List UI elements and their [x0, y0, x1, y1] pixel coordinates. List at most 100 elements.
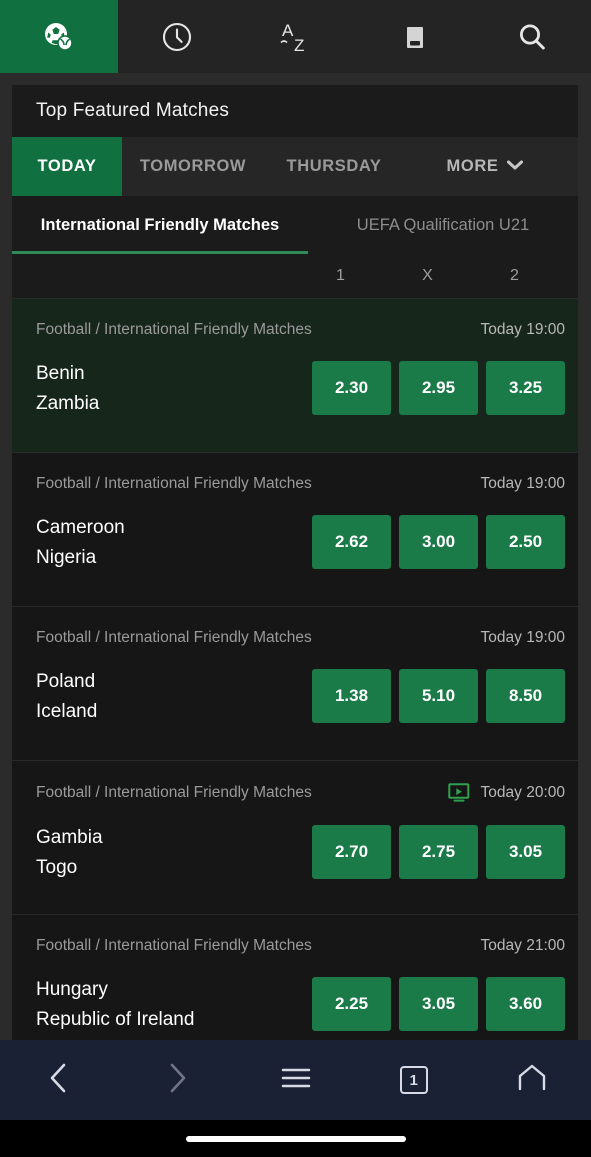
match-teams: Gambia Togo — [36, 821, 312, 883]
topnav-item-betslip[interactable] — [354, 0, 473, 73]
odd-button-draw[interactable]: 2.95 — [399, 361, 478, 415]
day-tab-bar: TODAY TOMORROW THURSDAY MORE — [12, 137, 578, 196]
odds-header-draw: X — [422, 267, 433, 284]
away-team: Republic of Ireland — [36, 1009, 195, 1030]
match-meta: Football / International Friendly Matche… — [36, 937, 565, 955]
league-tab-international-friendly-label: International Friendly Matches — [40, 215, 280, 234]
match-meta: Football / International Friendly Matche… — [36, 629, 565, 647]
chevron-down-icon — [507, 160, 524, 173]
day-tab-thursday-label: THURSDAY — [286, 157, 382, 175]
odd-button-home[interactable]: 2.25 — [312, 977, 391, 1031]
svg-text:A: A — [282, 21, 294, 40]
match-body: Poland Iceland 1.38 5.10 8.50 — [36, 665, 565, 727]
system-gesture-bar — [0, 1120, 591, 1157]
odds-column-header: 1 X 2 — [12, 254, 578, 299]
match-odds: 2.70 2.75 3.05 — [312, 821, 565, 879]
match-odds: 2.25 3.05 3.60 — [312, 973, 565, 1031]
match-time: Today 21:00 — [480, 937, 565, 954]
browser-tabs-button[interactable]: 1 — [355, 1066, 473, 1094]
home-team: Benin — [36, 363, 85, 384]
sports-ball-icon — [42, 20, 76, 54]
match-odds: 2.30 2.95 3.25 — [312, 357, 565, 415]
odd-button-home[interactable]: 2.62 — [312, 515, 391, 569]
day-tab-tomorrow[interactable]: TOMORROW — [122, 137, 264, 196]
match-odds: 1.38 5.10 8.50 — [312, 665, 565, 723]
browser-forward-button[interactable] — [118, 1061, 236, 1100]
match-list[interactable]: Football / International Friendly Matche… — [12, 299, 578, 1070]
match-body: Hungary Republic of Ireland 2.25 3.05 3.… — [36, 973, 565, 1035]
match-league: Football / International Friendly Matche… — [36, 784, 312, 801]
league-tab-bar: International Friendly Matches UEFA Qual… — [12, 196, 578, 254]
odd-button-home[interactable]: 2.70 — [312, 825, 391, 879]
forward-chevron-icon — [164, 1061, 190, 1100]
odd-button-away[interactable]: 3.60 — [486, 977, 565, 1031]
odd-button-away[interactable]: 3.25 — [486, 361, 565, 415]
match-body: Cameroon Nigeria 2.62 3.00 2.50 — [36, 511, 565, 573]
match-league: Football / International Friendly Matche… — [36, 937, 312, 954]
away-team: Zambia — [36, 393, 100, 414]
day-tab-today-label: TODAY — [37, 157, 97, 175]
match-row[interactable]: Football / International Friendly Matche… — [12, 299, 578, 453]
odd-button-draw[interactable]: 5.10 — [399, 669, 478, 723]
match-row[interactable]: Football / International Friendly Matche… — [12, 761, 578, 915]
match-time: Today 19:00 — [480, 321, 565, 338]
search-icon — [515, 20, 549, 54]
match-time: Today 20:00 — [480, 784, 565, 801]
odds-header-home: 1 — [336, 267, 345, 284]
top-navigation-bar: A Z — [0, 0, 591, 73]
browser-back-button[interactable] — [0, 1061, 118, 1100]
match-body: Gambia Togo 2.70 2.75 3.05 — [36, 821, 565, 883]
match-time: Today 19:00 — [480, 475, 565, 492]
odd-button-draw[interactable]: 3.00 — [399, 515, 478, 569]
odd-button-away[interactable]: 2.50 — [486, 515, 565, 569]
match-league: Football / International Friendly Matche… — [36, 475, 312, 492]
odd-button-away[interactable]: 3.05 — [486, 825, 565, 879]
match-teams: Cameroon Nigeria — [36, 511, 312, 573]
odd-button-away[interactable]: 8.50 — [486, 669, 565, 723]
svg-text:Z: Z — [294, 36, 304, 55]
away-team: Togo — [36, 857, 78, 878]
odd-button-home[interactable]: 2.30 — [312, 361, 391, 415]
topnav-item-sports[interactable] — [0, 0, 119, 73]
day-tab-more[interactable]: MORE — [404, 137, 578, 196]
featured-matches-card: Top Featured Matches TODAY TOMORROW THUR… — [12, 85, 578, 1070]
odds-header-away: 2 — [510, 267, 519, 284]
match-row[interactable]: Football / International Friendly Matche… — [12, 453, 578, 607]
gesture-handle[interactable] — [185, 1135, 406, 1142]
odd-button-draw[interactable]: 3.05 — [399, 977, 478, 1031]
browser-menu-button[interactable] — [236, 1065, 354, 1096]
league-tab-uefa-qualification-u21-label: UEFA Qualification U21 — [356, 215, 530, 234]
match-row[interactable]: Football / International Friendly Matche… — [12, 607, 578, 761]
odd-button-draw[interactable]: 2.75 — [399, 825, 478, 879]
a-z-sort-icon: A Z — [276, 18, 316, 56]
match-teams: Poland Iceland — [36, 665, 312, 727]
day-tab-today[interactable]: TODAY — [12, 137, 122, 196]
match-teams: Benin Zambia — [36, 357, 312, 419]
topnav-item-az-sort[interactable]: A Z — [236, 0, 355, 73]
topnav-item-search[interactable] — [472, 0, 591, 73]
home-team: Hungary — [36, 979, 108, 1000]
league-tab-international-friendly[interactable]: International Friendly Matches — [12, 196, 308, 254]
league-tab-uefa-qualification-u21[interactable]: UEFA Qualification U21 — [308, 196, 578, 254]
match-league: Football / International Friendly Matche… — [36, 321, 312, 338]
home-team: Gambia — [36, 827, 103, 848]
tab-count-label: 1 — [409, 1071, 418, 1089]
live-stream-icon[interactable] — [447, 783, 472, 803]
topnav-item-live-schedule[interactable] — [118, 0, 237, 73]
match-league: Football / International Friendly Matche… — [36, 629, 312, 646]
match-meta: Football / International Friendly Matche… — [36, 321, 565, 339]
browser-bottom-bar: 1 — [0, 1040, 591, 1120]
clock-icon — [160, 20, 194, 54]
day-tab-more-label: MORE — [446, 157, 499, 175]
app-screen: A Z Top Featured Matches TODAY TOMORROW … — [0, 0, 591, 1157]
odd-button-home[interactable]: 1.38 — [312, 669, 391, 723]
away-team: Iceland — [36, 701, 98, 722]
day-tab-tomorrow-label: TOMORROW — [139, 157, 247, 175]
browser-home-button[interactable] — [473, 1063, 591, 1098]
away-team: Nigeria — [36, 547, 97, 568]
match-odds: 2.62 3.00 2.50 — [312, 511, 565, 569]
match-meta: Football / International Friendly Matche… — [36, 475, 565, 493]
back-chevron-icon — [46, 1061, 72, 1100]
betslip-icon — [397, 20, 431, 54]
day-tab-thursday[interactable]: THURSDAY — [264, 137, 404, 196]
